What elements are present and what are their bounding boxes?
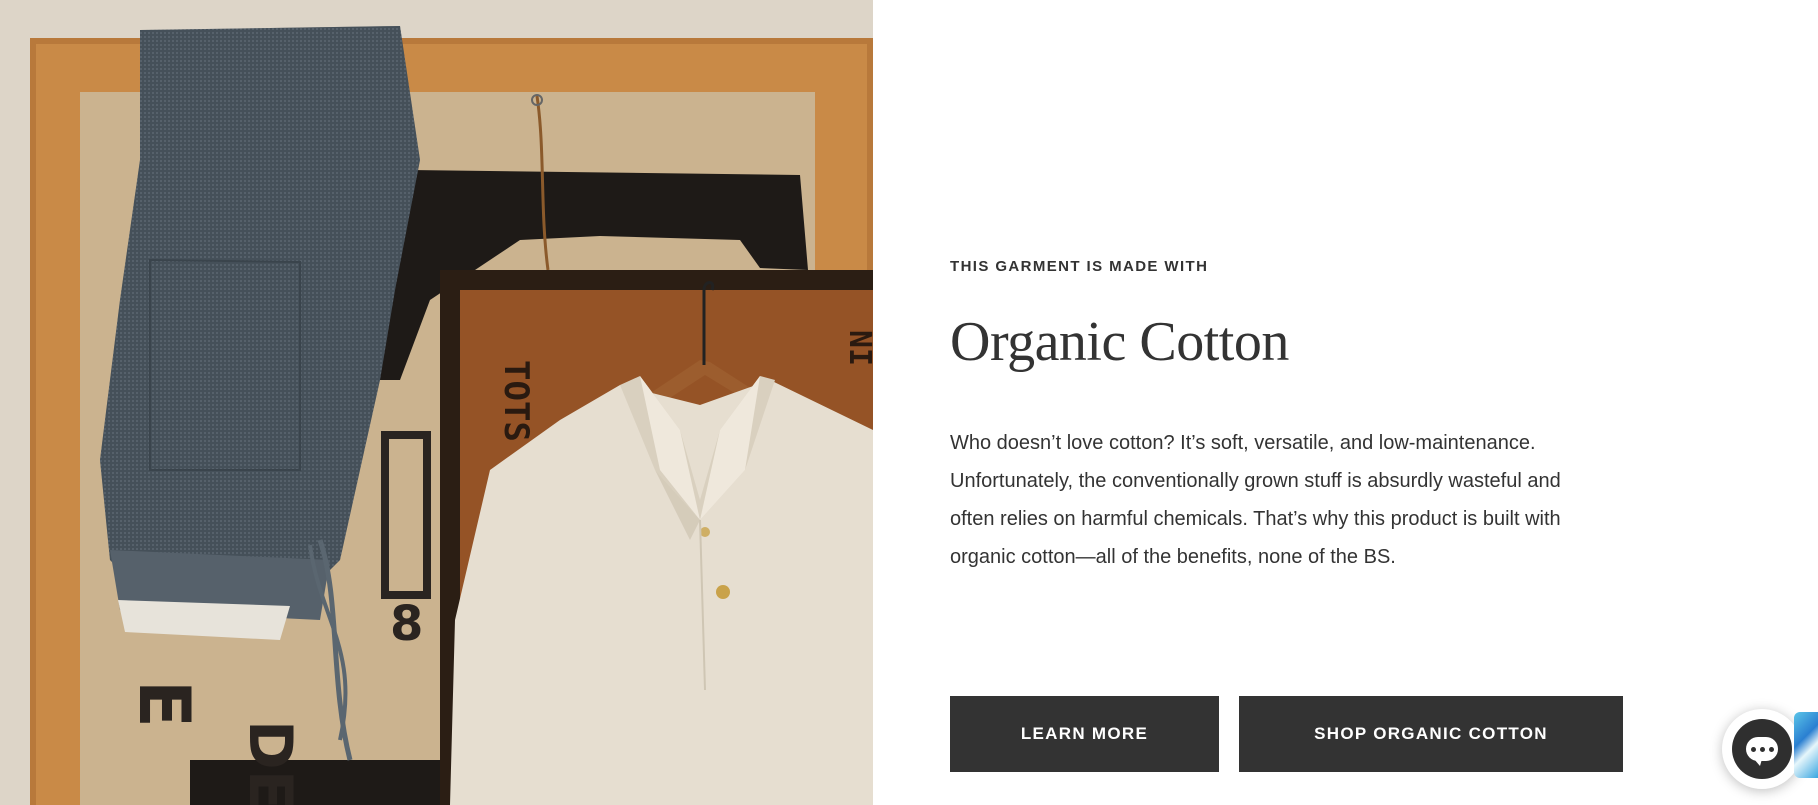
chat-icon xyxy=(1732,719,1792,779)
chat-launcher-button[interactable] xyxy=(1722,709,1802,789)
chat-dot xyxy=(1750,746,1756,752)
learn-more-button[interactable]: LEARN MORE xyxy=(950,696,1219,772)
chat-dot xyxy=(1759,746,1765,752)
svg-text:E: E xyxy=(123,680,205,728)
accessibility-badge-icon[interactable] xyxy=(1794,712,1818,778)
section-eyebrow: THIS GARMENT IS MADE WITH xyxy=(950,258,1209,275)
svg-text:8: 8 xyxy=(390,596,423,652)
chat-dot xyxy=(1768,746,1774,752)
svg-text:NI: NI xyxy=(842,330,873,366)
shop-organic-cotton-button[interactable]: SHOP ORGANIC COTTON xyxy=(1239,696,1623,772)
svg-text:TOTS: TOTS xyxy=(496,360,536,442)
garment-photo: E DE 8 TOTS NI xyxy=(0,0,873,805)
product-hero-image: E DE 8 TOTS NI xyxy=(0,0,873,805)
svg-text:DE: DE xyxy=(235,720,305,805)
material-description: Who doesn’t love cotton? It’s soft, vers… xyxy=(950,432,1561,568)
material-title: Organic Cotton xyxy=(950,311,1289,373)
chat-bubble-icon xyxy=(1746,737,1778,766)
